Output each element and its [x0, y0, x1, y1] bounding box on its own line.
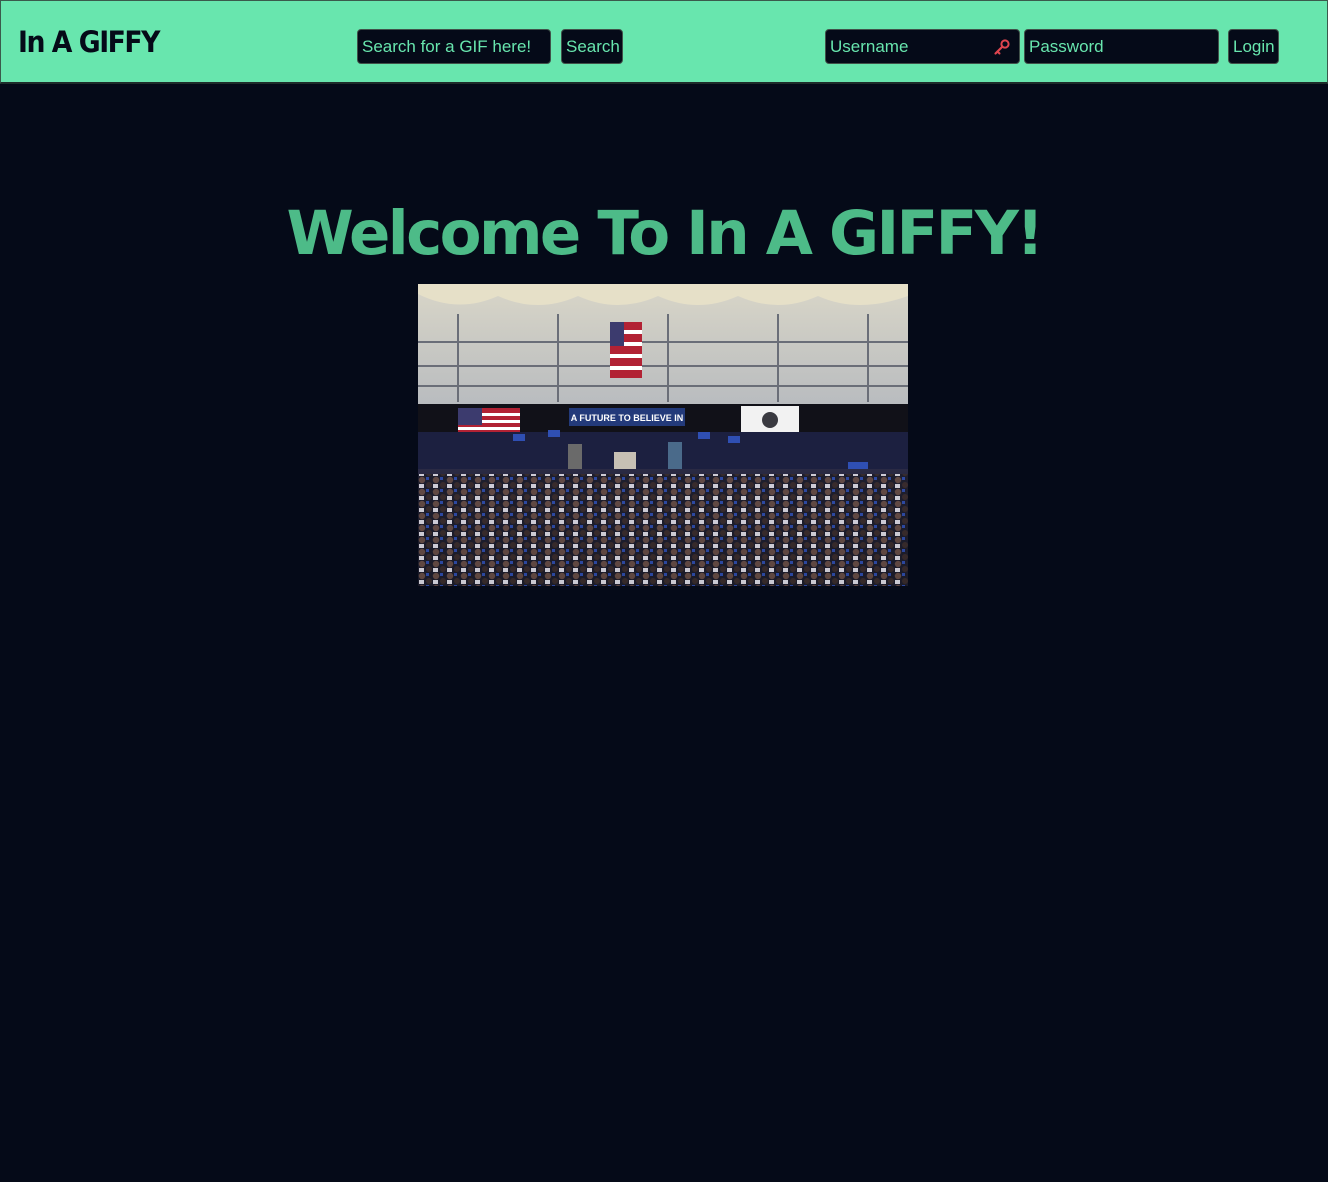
welcome-heading: Welcome To In A GIFFY!: [286, 198, 1045, 269]
navbar: In A GIFFY Search Login: [0, 0, 1328, 84]
password-manager-key-icon[interactable]: [993, 38, 1011, 56]
gif-image: A FUTURE TO BELIEVE IN: [418, 284, 908, 586]
brand-logo[interactable]: In A GIFFY: [18, 25, 161, 59]
banner-text: A FUTURE TO BELIEVE IN: [571, 413, 684, 423]
username-field[interactable]: [825, 29, 1020, 64]
rally-crowd-gif: A FUTURE TO BELIEVE IN: [418, 284, 908, 586]
login-button[interactable]: Login: [1228, 29, 1279, 64]
search-input[interactable]: [357, 29, 551, 64]
password-field[interactable]: [1024, 29, 1219, 64]
search-button[interactable]: Search: [561, 29, 623, 64]
